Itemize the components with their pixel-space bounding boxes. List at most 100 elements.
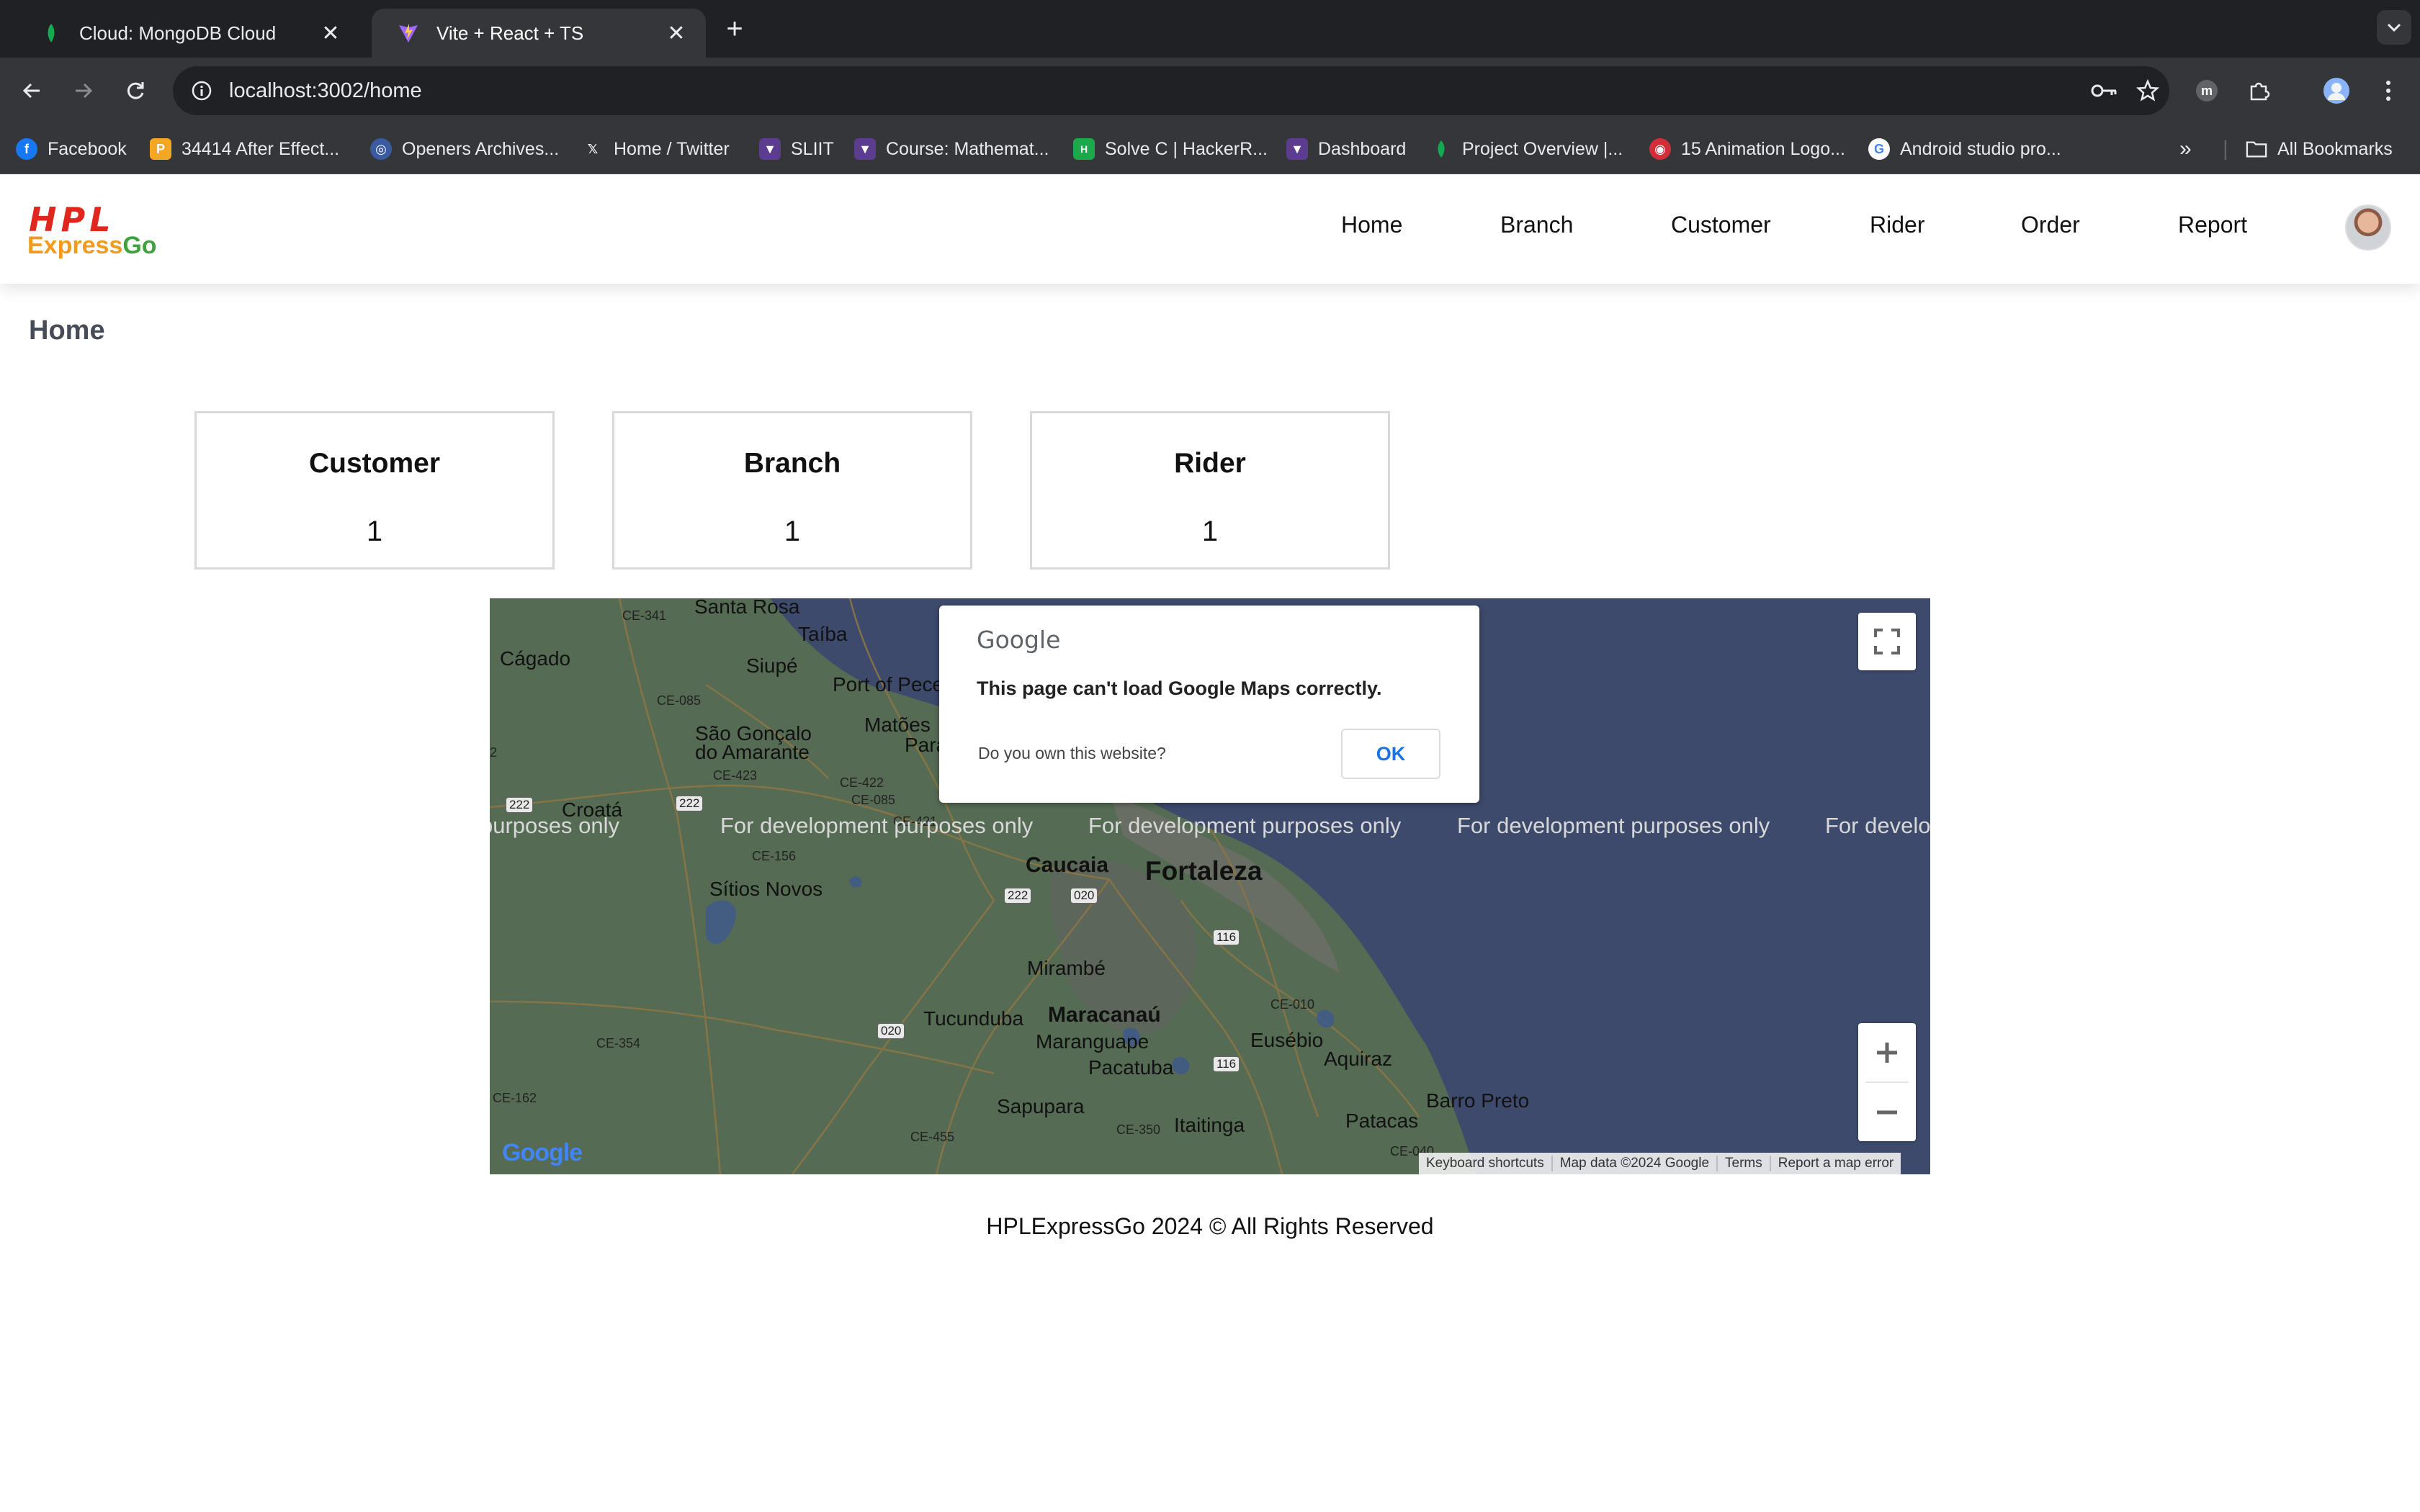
tab-mongodb[interactable]: Cloud: MongoDB Cloud ✕	[14, 9, 360, 58]
road-shield: 020	[877, 1023, 905, 1039]
google-map-watermark[interactable]: Google	[502, 1139, 583, 1167]
map-label-barro-preto: Barro Preto	[1426, 1089, 1530, 1112]
stat-label: Customer	[308, 448, 441, 479]
sliit-icon: ▼	[759, 138, 781, 160]
bookmark-after-effects[interactable]: P 34414 After Effect...	[150, 135, 339, 163]
tab-vite[interactable]: Vite + React + TS ✕	[372, 9, 706, 58]
logo-express: Express	[27, 232, 123, 259]
address-bar[interactable]: localhost:3002/home	[173, 66, 2169, 115]
map-label-siupe: Siupé	[746, 654, 798, 677]
dev-watermark-text: For development purposes only	[720, 813, 1034, 838]
route-label: CE-085	[851, 793, 896, 807]
bookmark-hackerrank[interactable]: H Solve C | HackerR...	[1073, 135, 1268, 163]
footer-copyright: HPLExpressGo 2024 © All Rights Reserved	[986, 1213, 1434, 1239]
all-bookmarks-button[interactable]: All Bookmarks	[2246, 135, 2393, 163]
dev-watermark-text: For development purposes only	[1088, 813, 1402, 838]
maps-error-dialog: Google This page can't load Google Maps …	[939, 606, 1479, 803]
nav-home[interactable]: Home	[1341, 212, 1402, 238]
back-button[interactable]	[13, 72, 50, 109]
arrow-left-icon	[22, 83, 40, 99]
dev-watermark-text: For development purposes only	[1457, 813, 1770, 838]
bookmark-label: 34414 After Effect...	[182, 138, 340, 159]
report-map-error-link[interactable]: Report a map error	[1771, 1156, 1901, 1171]
ok-button[interactable]: OK	[1341, 729, 1440, 779]
bookmark-label: SLIIT	[791, 138, 834, 159]
bookmark-sliit[interactable]: ▼ SLIIT	[759, 135, 834, 163]
map-label-tucunduba: Tucunduba	[923, 1007, 1024, 1030]
google-icon: G	[1868, 138, 1890, 160]
bookmark-label: Solve C | HackerR...	[1105, 138, 1268, 159]
maps-error-message: This page can't load Google Maps correct…	[977, 678, 1382, 699]
mongodb-leaf-icon	[1430, 138, 1452, 160]
extension-m-icon[interactable]: m	[2188, 72, 2226, 109]
site-info-icon[interactable]	[177, 80, 226, 102]
zoom-out-button[interactable]	[1858, 1083, 1916, 1141]
zoom-control	[1858, 1023, 1916, 1141]
stat-count: 1	[1201, 516, 1219, 547]
bookmark-project-overview[interactable]: Project Overview |...	[1430, 135, 1623, 163]
google-watermark-text: Google	[502, 1139, 583, 1166]
forward-button[interactable]	[65, 72, 102, 109]
bookmark-label: Home / Twitter	[614, 138, 730, 159]
road-shield: 222	[1004, 888, 1032, 904]
url-text: localhost:3002/home	[229, 78, 422, 102]
stat-card-branch: Branch 1	[612, 411, 972, 570]
page-title: Home	[29, 315, 105, 346]
bookmark-label: Android studio pro...	[1900, 138, 2061, 159]
folder-icon	[2246, 138, 2267, 160]
road-shield: 222	[506, 797, 534, 813]
nav-rider[interactable]: Rider	[1870, 212, 1924, 238]
route-label: CE-156	[752, 849, 797, 863]
p-icon: P	[150, 138, 171, 160]
dev-watermark: ent purposes only For development purpos…	[0, 813, 2420, 842]
map-label-cagado: Cágado	[500, 647, 571, 670]
extensions-puzzle-icon[interactable]	[2240, 72, 2277, 109]
plus-icon	[1877, 1042, 1897, 1063]
chevron-down-icon	[2387, 23, 2401, 32]
stat-label: Rider	[1174, 448, 1246, 479]
browser-menu-icon[interactable]	[2370, 72, 2407, 109]
sliit-icon: ▼	[1286, 138, 1308, 160]
tab-search-button[interactable]	[2377, 10, 2411, 45]
route-label: CE-162	[493, 1091, 537, 1105]
reload-button[interactable]	[117, 72, 154, 109]
map-label-aquiraz: Aquiraz	[1324, 1048, 1392, 1070]
new-tab-button[interactable]: +	[720, 12, 749, 46]
route-label: CE-341	[622, 608, 667, 623]
map-label-santa-rosa: Santa Rosa	[694, 598, 800, 618]
bookmark-facebook[interactable]: f Facebook	[16, 135, 127, 163]
bookmark-twitter[interactable]: 𝕏 Home / Twitter	[582, 135, 730, 163]
more-bookmarks-button[interactable]: »	[2179, 135, 2192, 163]
bookmark-course[interactable]: ▼ Course: Mathemat...	[854, 135, 1049, 163]
close-icon[interactable]: ✕	[666, 21, 687, 46]
close-icon[interactable]: ✕	[320, 21, 341, 46]
map-label-maracanau: Maracanaú	[1048, 1003, 1161, 1027]
nav-order[interactable]: Order	[2021, 212, 2080, 238]
map-label-do-amarante: do Amarante	[695, 741, 810, 763]
user-avatar[interactable]	[2345, 204, 2391, 251]
logo-expressgo-text: ExpressGo	[27, 232, 157, 260]
map-label-sapupara: Sapupara	[997, 1095, 1085, 1117]
zoom-in-button[interactable]	[1858, 1023, 1916, 1081]
bookmark-android-studio[interactable]: G Android studio pro...	[1868, 135, 2061, 163]
bookmark-openers[interactable]: ◎ Openers Archives...	[370, 135, 559, 163]
bookmark-animation-logo[interactable]: ◉ 15 Animation Logo...	[1649, 135, 1845, 163]
profile-avatar-icon[interactable]	[2318, 72, 2355, 109]
bookmark-dashboard[interactable]: ▼ Dashboard	[1286, 135, 1406, 163]
nav-branch[interactable]: Branch	[1500, 212, 1573, 238]
password-key-icon[interactable]	[2083, 82, 2126, 99]
x-icon: 𝕏	[587, 141, 599, 156]
bookmark-label: Project Overview |...	[1462, 138, 1623, 159]
hpl-expressgo-logo[interactable]: HPL ExpressGo	[27, 200, 179, 260]
fullscreen-button[interactable]	[1858, 613, 1916, 670]
bookmark-star-icon[interactable]	[2126, 79, 2169, 102]
nav-report[interactable]: Report	[2178, 212, 2247, 238]
terms-link[interactable]: Terms	[1718, 1156, 1771, 1171]
mongodb-leaf-icon	[40, 22, 62, 44]
keyboard-shortcuts-link[interactable]: Keyboard shortcuts	[1419, 1156, 1553, 1171]
nav-customer[interactable]: Customer	[1671, 212, 1771, 238]
road-shield: 116	[1213, 930, 1240, 945]
map-label-maranguape: Maranguape	[1036, 1030, 1150, 1053]
map-attribution: Keyboard shortcuts Map data ©2024 Google…	[1419, 1153, 1901, 1174]
openers-icon: ◎	[370, 138, 392, 160]
